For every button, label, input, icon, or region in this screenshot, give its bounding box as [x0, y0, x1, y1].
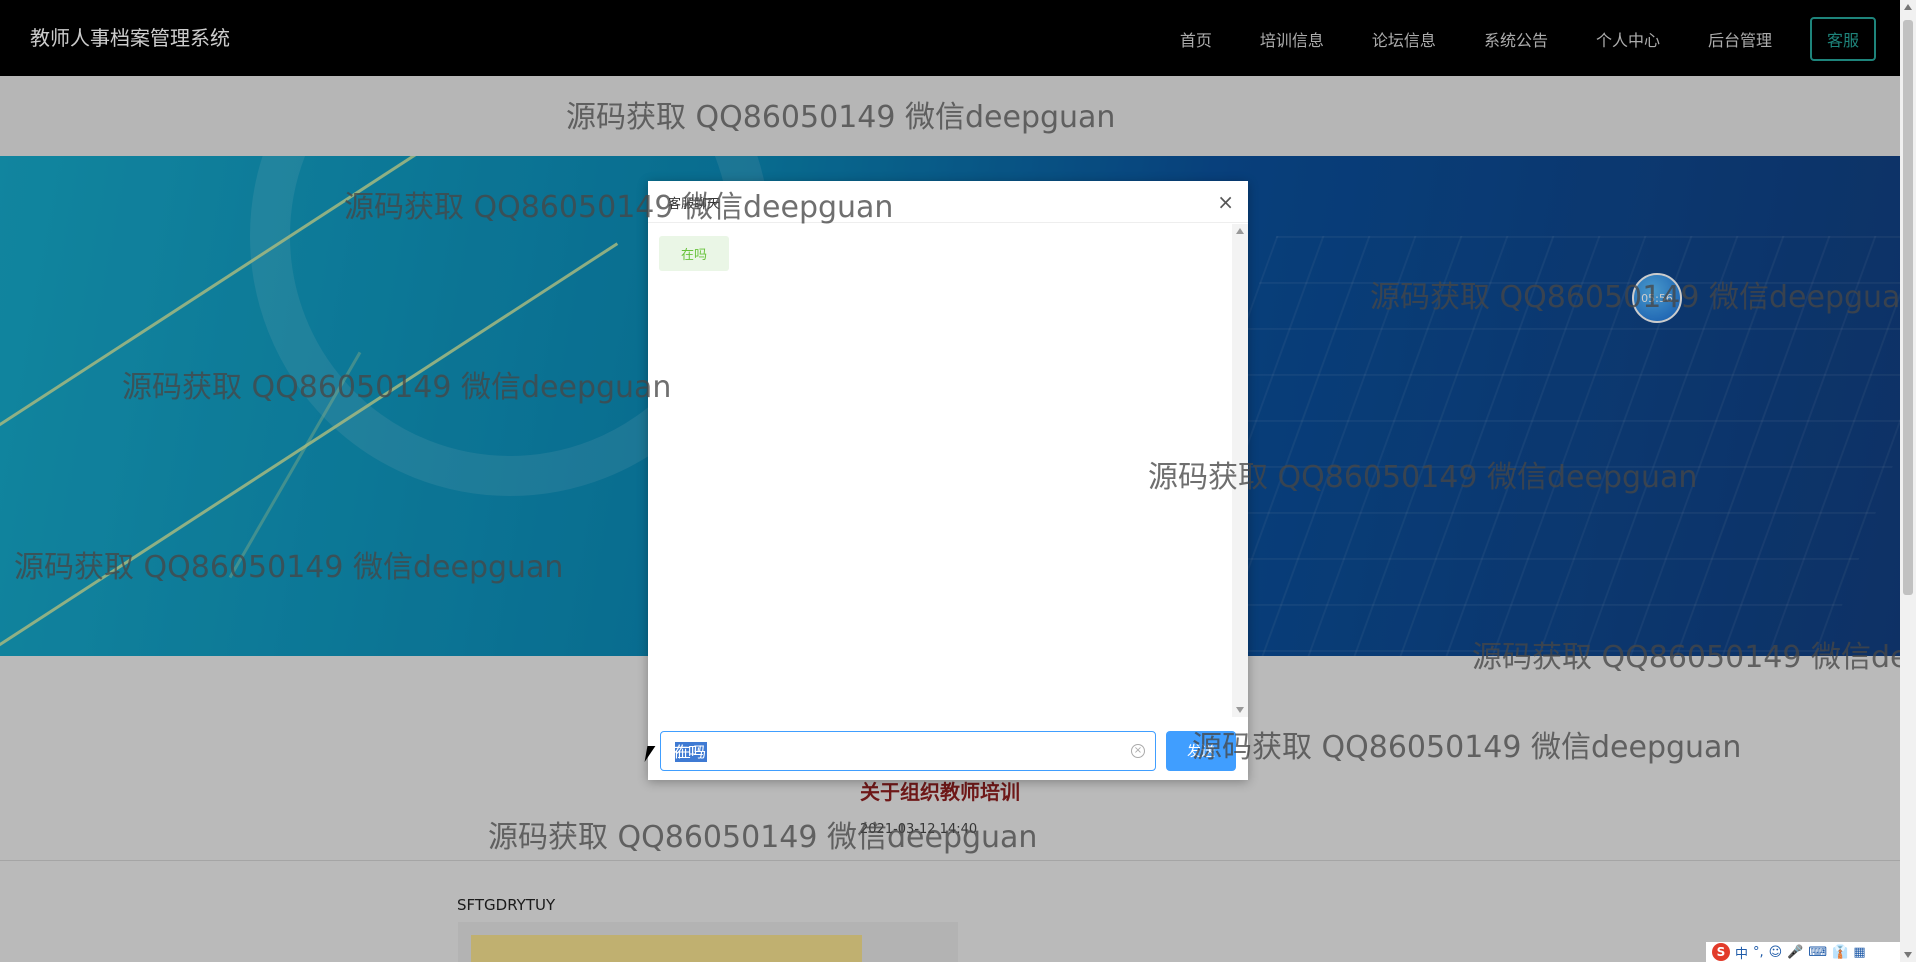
- chinese-mode-icon[interactable]: 中: [1735, 943, 1748, 962]
- watermark: 源码获取 QQ86050149 微信deepguan: [1192, 730, 1742, 765]
- watermark: 源码获取 QQ86050149 微信deepguan: [1370, 280, 1916, 315]
- punctuation-icon[interactable]: °,: [1753, 945, 1764, 960]
- chat-message: 在吗: [659, 236, 730, 271]
- clear-icon[interactable]: ×: [1131, 744, 1145, 758]
- watermark: 源码获取 QQ86050149 微信deepguan: [1148, 460, 1698, 495]
- watermark: 源码获取 QQ86050149 微信deepguan: [344, 190, 894, 225]
- watermark: 源码获取 QQ86050149 微信deepguan: [488, 820, 1038, 855]
- watermark: 源码获取 QQ86050149 微信deepguan: [566, 100, 1116, 135]
- chat-messages: 在吗: [648, 224, 1232, 704]
- watermark: 源码获取 QQ86050149 微信deepguan: [1472, 640, 1916, 675]
- sogou-logo-icon[interactable]: S: [1712, 943, 1730, 961]
- scroll-down-arrow-icon[interactable]: [1904, 952, 1912, 958]
- scroll-down-arrow-icon[interactable]: [1236, 707, 1244, 713]
- scroll-up-arrow-icon[interactable]: [1904, 4, 1912, 10]
- microphone-icon[interactable]: 🎤: [1787, 945, 1803, 960]
- toolbox-icon[interactable]: ▦: [1853, 945, 1865, 960]
- page-scrollbar[interactable]: [1900, 0, 1916, 962]
- close-icon[interactable]: ×: [1217, 190, 1234, 214]
- watermark: 源码获取 QQ86050149 微信deepguan: [14, 550, 564, 585]
- watermark: 源码获取 QQ86050149 微信deepguan: [122, 370, 672, 405]
- chat-input[interactable]: [673, 740, 1113, 762]
- ime-tray[interactable]: S 中 °, ☺ 🎤 ⌨ 👔 ▦: [1706, 942, 1900, 962]
- chat-input-wrapper[interactable]: 在吗 ×: [660, 731, 1156, 771]
- emoji-icon[interactable]: ☺: [1769, 945, 1783, 960]
- skin-icon[interactable]: 👔: [1832, 945, 1848, 960]
- scroll-up-arrow-icon[interactable]: [1236, 228, 1244, 234]
- keyboard-icon[interactable]: ⌨: [1808, 945, 1827, 960]
- page-scroll-thumb[interactable]: [1903, 20, 1913, 595]
